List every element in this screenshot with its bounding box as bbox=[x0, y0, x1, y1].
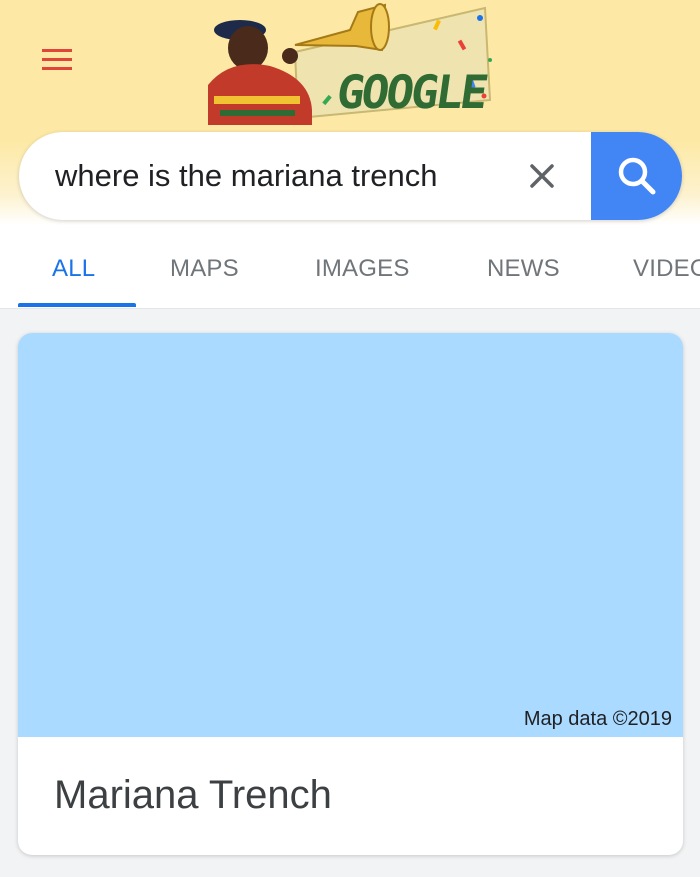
tab-videos[interactable]: VIDEOS bbox=[633, 255, 700, 283]
hamburger-menu-icon[interactable] bbox=[42, 46, 72, 72]
tab-all[interactable]: ALL bbox=[52, 255, 95, 283]
search-tabs: ALL MAPS IMAGES NEWS VIDEOS bbox=[0, 225, 700, 309]
close-icon[interactable] bbox=[524, 158, 560, 194]
search-box bbox=[19, 132, 682, 220]
map-view[interactable]: Map data ©2019 bbox=[18, 333, 683, 737]
active-tab-indicator bbox=[18, 303, 136, 307]
header: GOOGLE bbox=[0, 0, 700, 225]
google-doodle[interactable]: GOOGLE bbox=[200, 0, 500, 135]
search-input[interactable] bbox=[55, 154, 515, 198]
tab-images[interactable]: IMAGES bbox=[315, 255, 410, 283]
svg-text:GOOGLE: GOOGLE bbox=[333, 65, 489, 119]
map-attribution: Map data ©2019 bbox=[523, 708, 672, 730]
result-title[interactable]: Mariana Trench bbox=[54, 773, 332, 818]
tab-news[interactable]: NEWS bbox=[487, 255, 560, 283]
map-result-card: Map data ©2019 Mariana Trench bbox=[18, 333, 683, 855]
tab-maps[interactable]: MAPS bbox=[170, 255, 239, 283]
search-icon bbox=[618, 157, 656, 195]
search-button[interactable] bbox=[591, 132, 682, 220]
